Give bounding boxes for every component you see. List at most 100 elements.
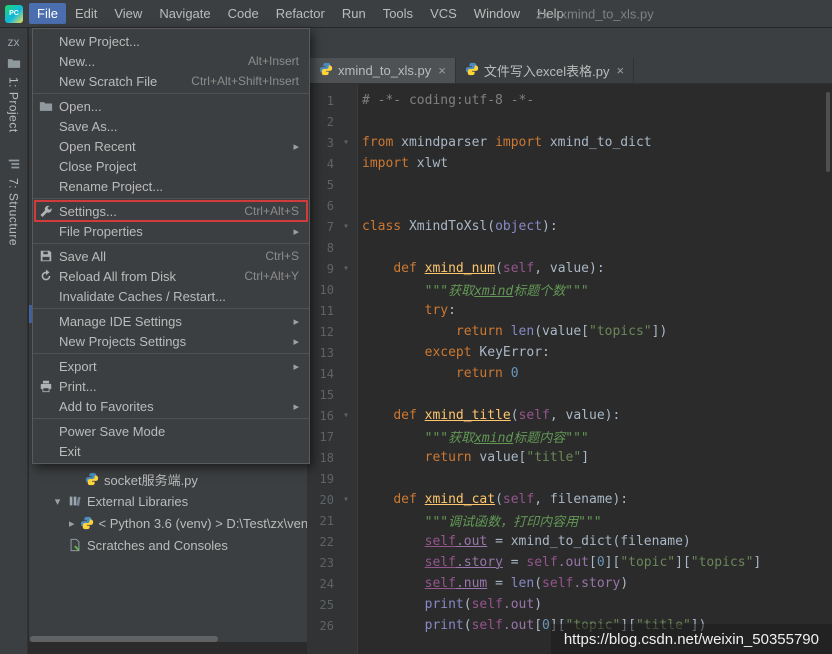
- tree-item-external-libraries[interactable]: ▾External Libraries: [29, 490, 307, 512]
- menu-item-new-project[interactable]: New Project...: [33, 31, 309, 51]
- menu-item-new-projects-settings[interactable]: New Projects Settings▸: [33, 331, 309, 351]
- code-token: try: [425, 303, 448, 318]
- menu-item-exit[interactable]: Exit: [33, 441, 309, 461]
- code-token: , filename):: [534, 492, 628, 507]
- editor-scrollbar[interactable]: [826, 92, 830, 172]
- menubar-item-edit[interactable]: Edit: [67, 3, 105, 24]
- code-token: (: [464, 597, 472, 612]
- menu-item-new[interactable]: New...Alt+Insert: [33, 51, 309, 71]
- editor-tab-文件写入excel表格-py[interactable]: 文件写入excel表格.py×: [456, 58, 634, 83]
- gutter-line-number[interactable]: 22: [308, 535, 334, 549]
- menu-item-reload-all-from-disk[interactable]: Reload All from DiskCtrl+Alt+Y: [33, 266, 309, 286]
- fold-marker-icon[interactable]: ▾: [334, 263, 358, 274]
- gutter-line-number[interactable]: 18: [308, 451, 334, 465]
- code-token: ]): [652, 324, 668, 339]
- code-token: xmind_cat: [425, 492, 495, 507]
- code-token: [417, 261, 425, 276]
- menu-item-label: Print...: [59, 379, 97, 394]
- gutter-line-number[interactable]: 5: [308, 178, 334, 192]
- code-token: [: [589, 555, 597, 570]
- menu-item-save-as[interactable]: Save As...: [33, 116, 309, 136]
- gutter-line-number[interactable]: 19: [308, 472, 334, 486]
- code-token: ][: [605, 555, 621, 570]
- menu-item-shortcut: Ctrl+S: [265, 249, 299, 263]
- submenu-arrow-icon: ▸: [293, 400, 299, 413]
- menubar-item-window[interactable]: Window: [466, 3, 528, 24]
- menubar-item-file[interactable]: File: [29, 3, 66, 24]
- code-token: [362, 303, 425, 318]
- code-token: class: [362, 219, 401, 234]
- code-token: self: [526, 555, 557, 570]
- tool-button-structure[interactable]: 7: Structure: [7, 178, 21, 246]
- code-token: self: [472, 597, 503, 612]
- code-text: def xmind_num(self, value):: [358, 261, 605, 276]
- menu-item-open[interactable]: Open...: [33, 96, 309, 116]
- menubar-item-refactor[interactable]: Refactor: [268, 3, 333, 24]
- file-menu-popup: New Project...New...Alt+InsertNew Scratc…: [32, 28, 310, 464]
- menu-item-open-recent[interactable]: Open Recent▸: [33, 136, 309, 156]
- menu-item-power-save-mode[interactable]: Power Save Mode: [33, 421, 309, 441]
- gutter-line-number[interactable]: 12: [308, 325, 334, 339]
- gutter-line-number[interactable]: 10: [308, 283, 334, 297]
- menu-item-settings[interactable]: Settings...Ctrl+Alt+S: [33, 201, 309, 221]
- menu-item-new-scratch-file[interactable]: New Scratch FileCtrl+Alt+Shift+Insert: [33, 71, 309, 91]
- menu-item-save-all[interactable]: Save AllCtrl+S: [33, 246, 309, 266]
- menu-item-rename-project[interactable]: Rename Project...: [33, 176, 309, 196]
- tree-item-socket服务端-py[interactable]: socket服务端.py: [29, 468, 307, 490]
- gutter-line-number[interactable]: 21: [308, 514, 334, 528]
- gutter-line-number[interactable]: 2: [308, 115, 334, 129]
- code-token: =: [487, 576, 510, 591]
- gutter-line-number[interactable]: 20: [308, 493, 334, 507]
- code-line: 25 print(self.out): [308, 594, 832, 615]
- fold-marker-icon[interactable]: ▾: [334, 137, 358, 148]
- code-token: ]: [581, 450, 589, 465]
- gutter-line-number[interactable]: 8: [308, 241, 334, 255]
- gutter-line-number[interactable]: 11: [308, 304, 334, 318]
- tool-button-project[interactable]: 1: Project: [7, 77, 21, 133]
- menu-item-manage-ide-settings[interactable]: Manage IDE Settings▸: [33, 311, 309, 331]
- code-text: return value["title"]: [358, 450, 589, 465]
- project-horizontal-scrollbar[interactable]: [30, 636, 218, 642]
- tab-close-icon[interactable]: ×: [438, 63, 446, 78]
- menubar-item-vcs[interactable]: VCS: [422, 3, 465, 24]
- menubar-item-tools[interactable]: Tools: [375, 3, 421, 24]
- gutter-line-number[interactable]: 9: [308, 262, 334, 276]
- gutter-line-number[interactable]: 26: [308, 619, 334, 633]
- gutter-line-number[interactable]: 16: [308, 409, 334, 423]
- gutter-line-number[interactable]: 1: [308, 94, 334, 108]
- gutter-line-number[interactable]: 17: [308, 430, 334, 444]
- gutter-line-number[interactable]: 7: [308, 220, 334, 234]
- gutter-line-number[interactable]: 24: [308, 577, 334, 591]
- code-text: """获取xmind标题内容""": [358, 427, 589, 446]
- gutter-line-number[interactable]: 13: [308, 346, 334, 360]
- fold-marker-icon[interactable]: ▾: [334, 494, 358, 505]
- menubar-item-view[interactable]: View: [106, 3, 150, 24]
- menu-item-export[interactable]: Export▸: [33, 356, 309, 376]
- code-token: import: [495, 135, 542, 150]
- gutter-line-number[interactable]: 14: [308, 367, 334, 381]
- menu-item-print[interactable]: Print...: [33, 376, 309, 396]
- fold-marker-icon[interactable]: ▾: [334, 410, 358, 421]
- tree-item-scratches-and-consoles[interactable]: Scratches and Consoles: [29, 534, 307, 556]
- editor-tab-xmind-to-xls-py[interactable]: xmind_to_xls.py×: [310, 58, 456, 83]
- menu-item-close-project[interactable]: Close Project: [33, 156, 309, 176]
- menu-item-label: Reload All from Disk: [59, 269, 176, 284]
- menubar-item-navigate[interactable]: Navigate: [151, 3, 218, 24]
- menu-item-add-to-favorites[interactable]: Add to Favorites▸: [33, 396, 309, 416]
- gutter-line-number[interactable]: 25: [308, 598, 334, 612]
- gutter-line-number[interactable]: 3: [308, 136, 334, 150]
- menubar-item-run[interactable]: Run: [334, 3, 374, 24]
- menu-item-invalidate-caches-restart[interactable]: Invalidate Caches / Restart...: [33, 286, 309, 306]
- chevron-down-icon[interactable]: ▾: [52, 495, 63, 508]
- menu-item-file-properties[interactable]: File Properties▸: [33, 221, 309, 241]
- gutter-line-number[interactable]: 4: [308, 157, 334, 171]
- gutter-line-number[interactable]: 6: [308, 199, 334, 213]
- fold-marker-icon[interactable]: ▾: [334, 221, 358, 232]
- chevron-right-icon[interactable]: ▸: [69, 517, 75, 530]
- tab-close-icon[interactable]: ×: [617, 63, 625, 78]
- code-token: [362, 366, 456, 381]
- gutter-line-number[interactable]: 15: [308, 388, 334, 402]
- tree-item-python-3-6-venv-d-test-zx-venv[interactable]: ▸< Python 3.6 (venv) > D:\Test\zx\venv\: [29, 512, 307, 534]
- gutter-line-number[interactable]: 23: [308, 556, 334, 570]
- menubar-item-code[interactable]: Code: [220, 3, 267, 24]
